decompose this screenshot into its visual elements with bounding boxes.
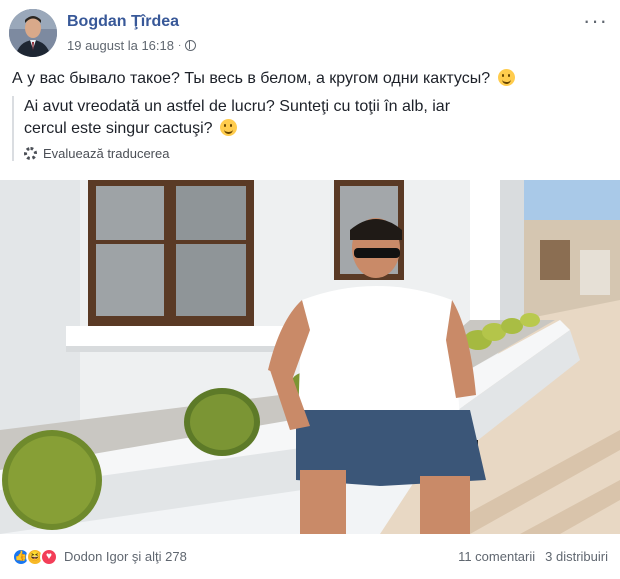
post-footer: 👍 😆 ♥ Dodon Igor şi alţi 278 11 comentar… [0, 534, 620, 579]
translation-block: Ai avut vreodată un astfel de lucru? Sun… [12, 96, 602, 161]
avatar[interactable] [9, 9, 57, 57]
smile-emoji-icon [219, 119, 237, 136]
post-text-translated: Ai avut vreodată un astfel de lucru? Sun… [24, 96, 464, 140]
love-reaction-icon: ♥ [40, 547, 58, 566]
reactions-summary[interactable]: 👍 😆 ♥ [12, 547, 58, 566]
more-options-button[interactable]: ··· [583, 8, 608, 34]
author-name[interactable]: Bogdan Ţîrdea [67, 13, 179, 31]
post-photo[interactable] [0, 180, 620, 534]
globe-icon[interactable] [185, 40, 197, 51]
meta-separator: · [177, 40, 182, 51]
post-meta: 19 august la 16:18 · [67, 38, 197, 53]
engagement-counts: 11 comentarii 3 distribuiri [458, 549, 608, 564]
post-text-translated-content: Ai avut vreodată un astfel de lucru? Sun… [24, 98, 451, 137]
post-card: Bogdan Ţîrdea 19 august la 16:18 · ··· А… [0, 0, 620, 579]
gear-icon [24, 147, 37, 160]
shares-count-link[interactable]: 3 distribuiri [545, 549, 608, 564]
rate-translation-link[interactable]: Evaluează traducerea [24, 146, 602, 161]
post-text-original-content: А у вас бывало такое? Ты весь в белом, а… [12, 70, 491, 87]
rate-translation-label: Evaluează traducerea [43, 146, 170, 161]
post-text-original: А у вас бывало такое? Ты весь в белом, а… [12, 69, 515, 88]
reactors-link[interactable]: Dodon Igor şi alţi 278 [64, 549, 187, 564]
post-timestamp[interactable]: 19 august la 16:18 [67, 38, 174, 53]
comments-count-link[interactable]: 11 comentarii [458, 549, 535, 564]
smile-emoji-icon [497, 69, 515, 86]
